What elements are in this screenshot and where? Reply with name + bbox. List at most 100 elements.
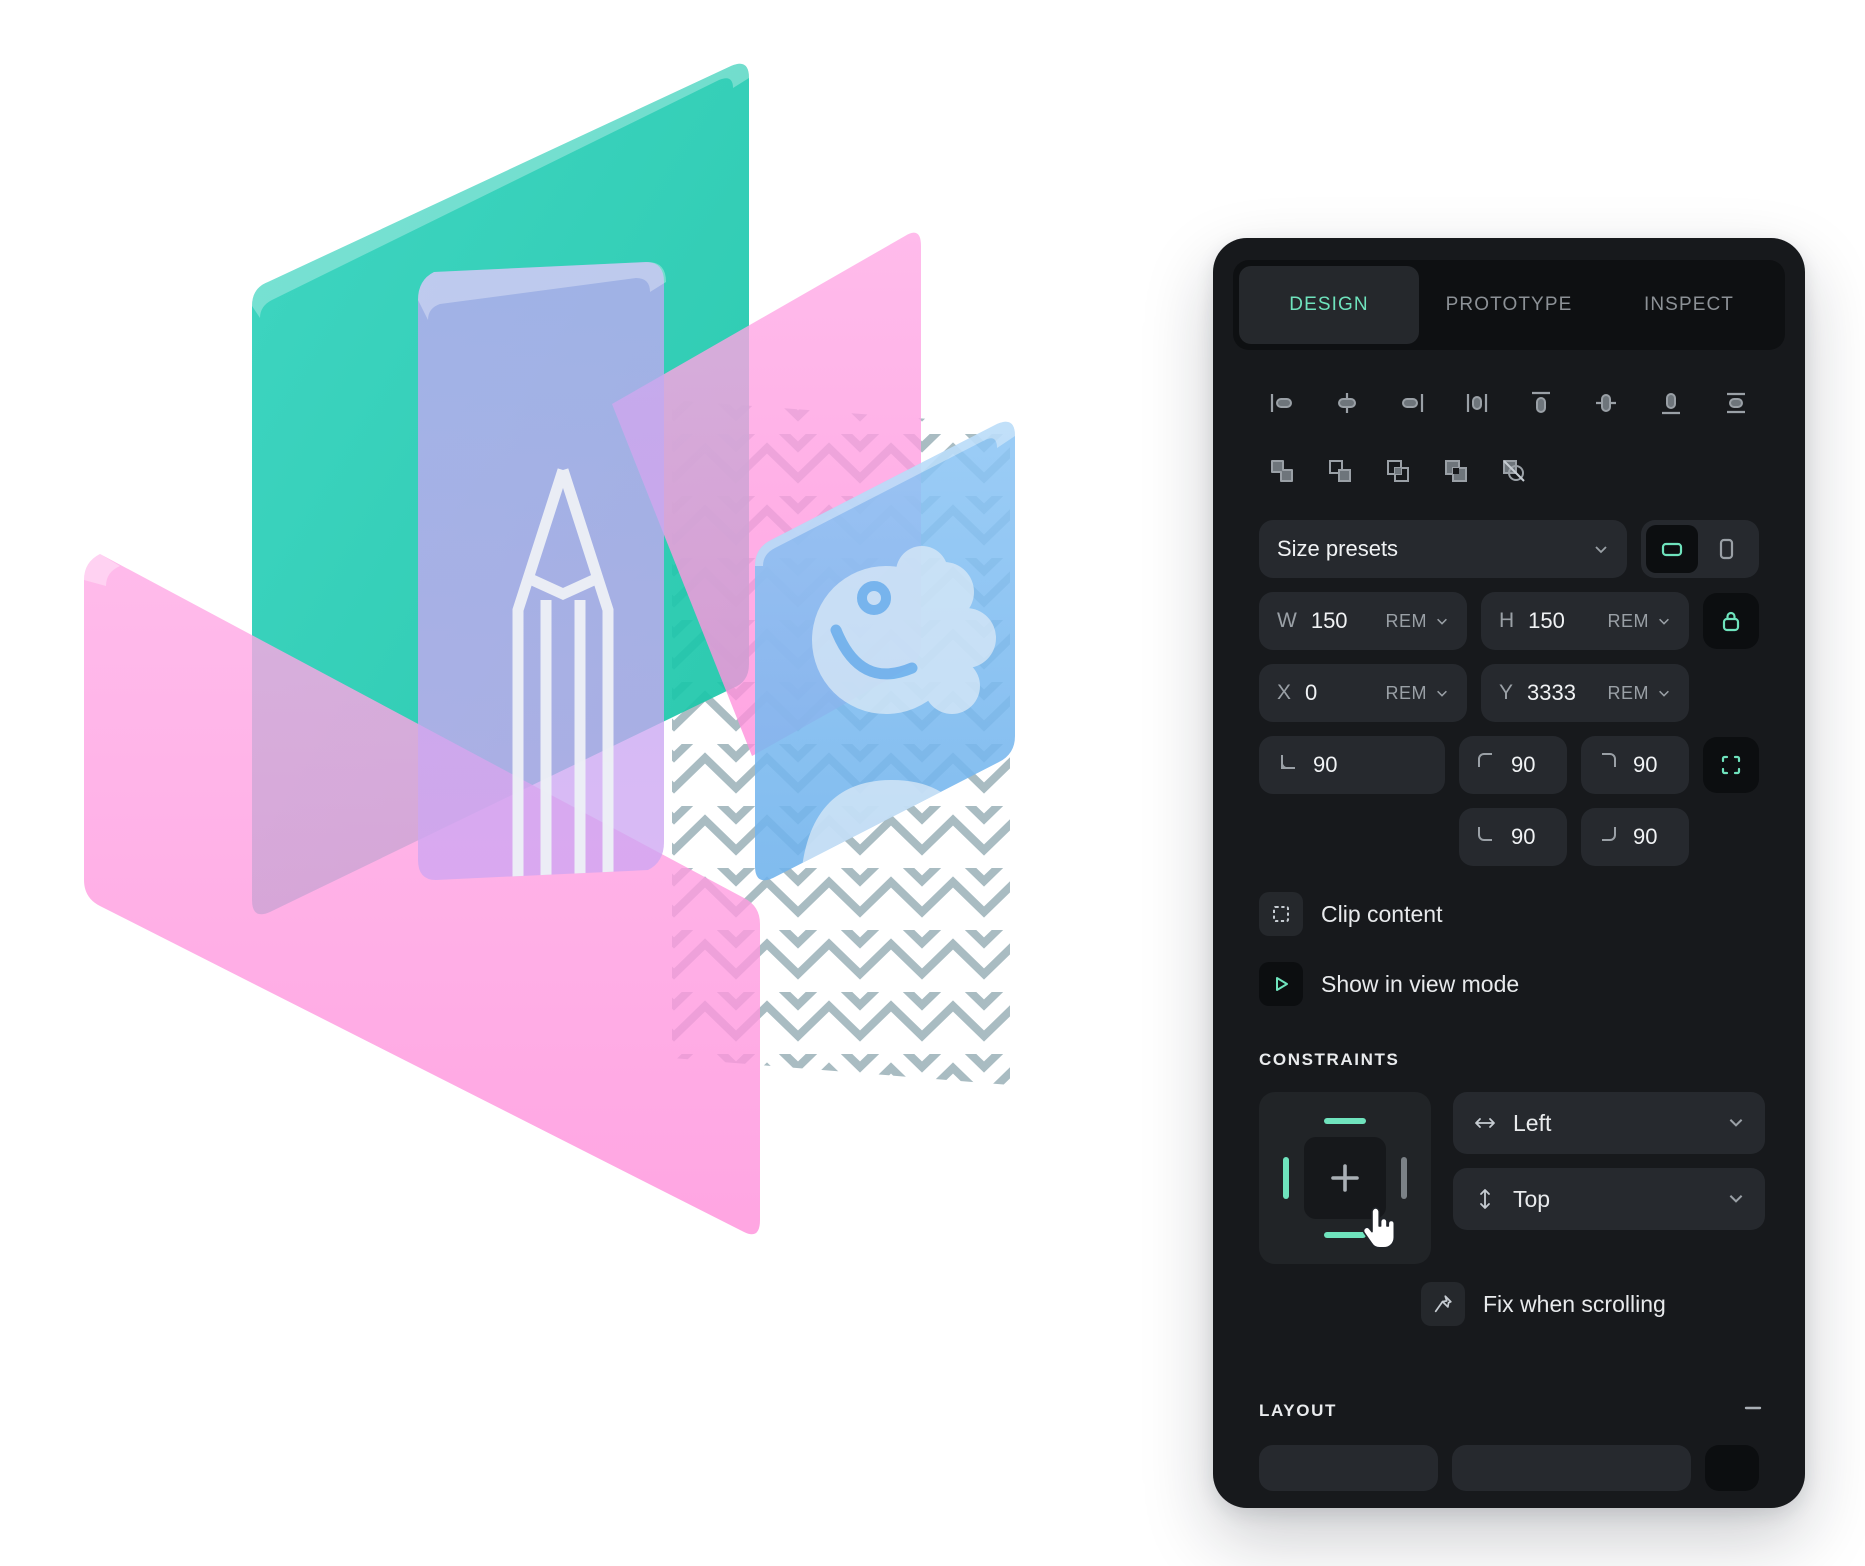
constraint-top-handle[interactable] — [1324, 1118, 1366, 1124]
position-row: X 0 REM Y 3333 REM — [1253, 664, 1765, 722]
x-unit-label: REM — [1385, 682, 1427, 703]
height-value: 150 — [1528, 608, 1565, 633]
exclude-selection-icon[interactable] — [1433, 448, 1479, 494]
distribute-vertical-icon[interactable] — [1713, 380, 1759, 426]
x-field[interactable]: X 0 REM — [1259, 664, 1467, 722]
boolean-toolbar — [1253, 448, 1765, 494]
show-in-view-mode-label: Show in view mode — [1321, 970, 1520, 997]
clip-content-row[interactable]: Clip content — [1253, 892, 1765, 936]
chevron-down-icon — [1727, 1186, 1745, 1213]
horizontal-constraint-value: Left — [1513, 1109, 1552, 1136]
tab-design[interactable]: DESIGN — [1239, 266, 1419, 344]
plus-icon — [1331, 1164, 1359, 1192]
distribute-horizontal-icon[interactable] — [1454, 380, 1500, 426]
constraints-grid[interactable] — [1259, 1092, 1431, 1264]
constraints-section-header: CONSTRAINTS — [1253, 1050, 1765, 1070]
layout-section-header[interactable]: LAYOUT — [1253, 1396, 1765, 1425]
horizontal-arrows-icon — [1473, 1111, 1497, 1135]
align-bottom-icon[interactable] — [1648, 380, 1694, 426]
align-left-icon[interactable] — [1259, 380, 1305, 426]
tab-inspect[interactable]: INSPECT — [1599, 266, 1779, 344]
corner-top-right-field[interactable]: 90 — [1581, 736, 1689, 794]
minus-icon[interactable] — [1741, 1396, 1765, 1425]
pin-icon — [1434, 1295, 1452, 1313]
subtract-selection-icon[interactable] — [1317, 448, 1363, 494]
constraint-center-handle[interactable] — [1304, 1137, 1386, 1219]
align-top-icon[interactable] — [1518, 380, 1564, 426]
x-label: X — [1277, 681, 1292, 704]
union-selection-icon[interactable] — [1259, 448, 1305, 494]
height-unit-select[interactable]: REM — [1608, 611, 1672, 632]
horizontal-constraint-select[interactable]: Left — [1453, 1092, 1765, 1154]
width-unit-label: REM — [1385, 610, 1427, 631]
chevron-down-icon — [1437, 690, 1447, 697]
size-presets-select[interactable]: Size presets — [1259, 520, 1627, 578]
y-unit-select[interactable]: REM — [1608, 683, 1672, 704]
corner-bottom-right-field[interactable]: 90 — [1581, 808, 1689, 866]
independent-corners-icon — [1721, 755, 1741, 775]
width-value: 150 — [1310, 608, 1348, 633]
clip-content-icon — [1273, 906, 1289, 922]
constraint-bottom-handle[interactable] — [1324, 1232, 1366, 1238]
align-horizontal-center-icon[interactable] — [1324, 380, 1370, 426]
dimensions-row: W 150 REM H 150 REM — [1253, 592, 1765, 650]
independent-corners-button[interactable] — [1703, 737, 1759, 793]
y-value: 3333 — [1527, 680, 1576, 705]
corner-bottom-left-field[interactable]: 90 — [1459, 808, 1567, 866]
corner-bottom-left-icon — [1477, 824, 1497, 850]
constraints-selects: Left Top — [1453, 1092, 1765, 1264]
lock-aspect-ratio-button[interactable] — [1703, 593, 1759, 649]
layout-control-1[interactable] — [1259, 1445, 1439, 1491]
width-label: W — [1277, 609, 1297, 632]
width-unit-select[interactable]: REM — [1386, 611, 1450, 632]
x-value: 0 — [1305, 680, 1318, 705]
orientation-toggle — [1641, 520, 1759, 578]
width-field[interactable]: W 150 REM — [1259, 592, 1467, 650]
corner-bottom-right-value: 90 — [1633, 824, 1658, 849]
layout-control-2[interactable] — [1452, 1445, 1692, 1491]
play-icon — [1276, 977, 1288, 991]
intersect-selection-icon[interactable] — [1375, 448, 1421, 494]
angle-icon — [1277, 751, 1299, 779]
chevron-down-icon — [1659, 690, 1669, 697]
constraint-right-handle[interactable] — [1401, 1157, 1407, 1199]
portrait-icon[interactable] — [1700, 525, 1752, 573]
rotation-value: 90 — [1313, 752, 1338, 777]
bottom-corner-row: 90 90 — [1253, 808, 1765, 866]
y-field[interactable]: Y 3333 REM — [1481, 664, 1689, 722]
show-in-view-mode-toggle[interactable] — [1259, 962, 1303, 1006]
fix-when-scrolling-row[interactable]: Fix when scrolling — [1253, 1282, 1765, 1326]
height-unit-label: REM — [1607, 610, 1649, 631]
constraints-controls: Left Top — [1253, 1092, 1765, 1264]
align-vertical-center-icon[interactable] — [1583, 380, 1629, 426]
panel-tabs: DESIGN PROTOTYPE INSPECT — [1233, 260, 1785, 350]
layout-controls-peek — [1253, 1445, 1765, 1491]
flatten-selection-icon[interactable] — [1491, 448, 1537, 494]
height-field[interactable]: H 150 REM — [1481, 592, 1689, 650]
vertical-constraint-select[interactable]: Top — [1453, 1168, 1765, 1230]
y-unit-label: REM — [1607, 682, 1649, 703]
corner-bottom-right-icon — [1599, 824, 1619, 850]
vertical-constraint-value: Top — [1513, 1185, 1551, 1212]
design-properties-panel: DESIGN PROTOTYPE INSPECT Size presets W … — [1213, 238, 1805, 1508]
show-in-view-mode-row[interactable]: Show in view mode — [1253, 962, 1765, 1006]
chevron-down-icon — [1593, 541, 1609, 557]
constraint-left-handle[interactable] — [1283, 1157, 1289, 1199]
corner-top-right-value: 90 — [1633, 752, 1658, 777]
clip-content-toggle[interactable] — [1259, 892, 1303, 936]
tab-prototype[interactable]: PROTOTYPE — [1419, 266, 1599, 344]
x-unit-select[interactable]: REM — [1386, 683, 1450, 704]
corner-bottom-left-value: 90 — [1511, 824, 1536, 849]
fix-when-scrolling-toggle[interactable] — [1421, 1282, 1465, 1326]
corner-top-left-value: 90 — [1511, 752, 1536, 777]
lock-icon — [1722, 611, 1740, 632]
layout-title: LAYOUT — [1259, 1400, 1337, 1420]
landscape-icon[interactable] — [1646, 525, 1698, 573]
rotation-field[interactable]: 90 — [1259, 736, 1445, 794]
clip-content-label: Clip content — [1321, 900, 1443, 927]
layout-control-3[interactable] — [1705, 1445, 1759, 1491]
corner-top-left-field[interactable]: 90 — [1459, 736, 1567, 794]
align-right-icon[interactable] — [1389, 380, 1435, 426]
chevron-down-icon — [1659, 618, 1669, 625]
chevron-down-icon — [1437, 618, 1447, 625]
